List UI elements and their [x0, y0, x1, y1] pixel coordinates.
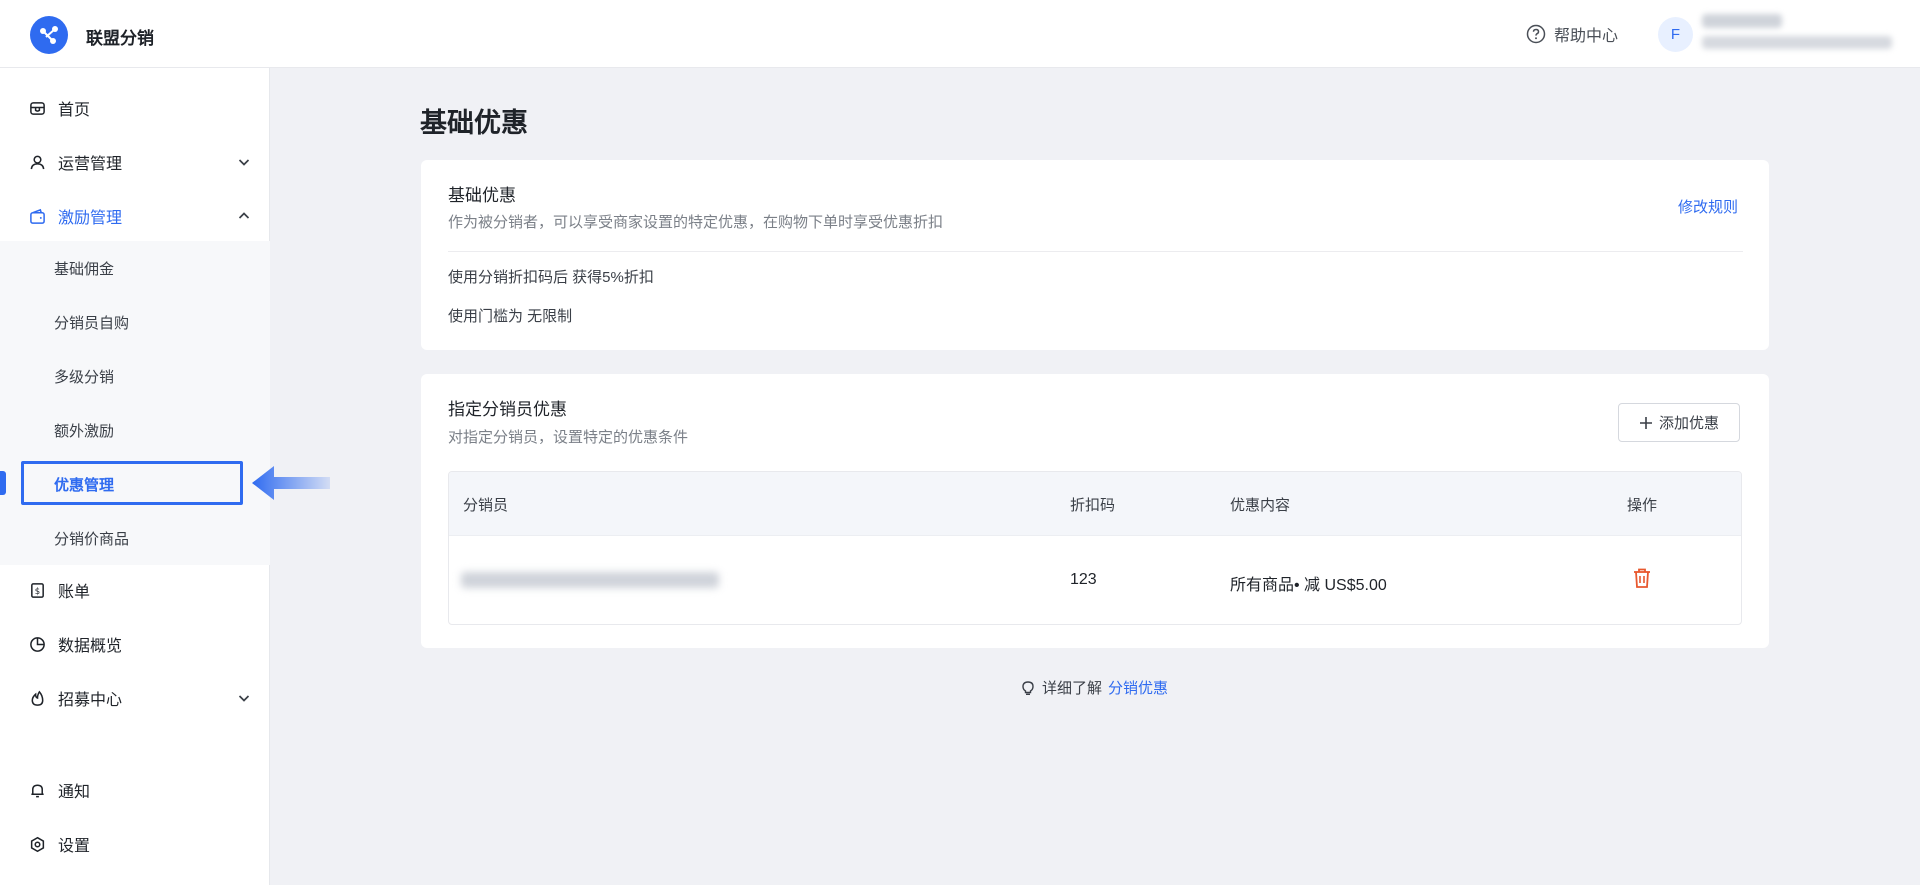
fire-icon [28, 689, 46, 707]
store-icon [28, 99, 46, 117]
add-discount-button[interactable]: 添加优惠 [1618, 403, 1740, 442]
sidebar: 首页 运营管理 激励管理 基础佣金 分销员自购 多级分销 额外激励 优惠管理 分… [0, 68, 270, 885]
sidebar-subitem-extra-incentive[interactable]: 额外激励 [0, 403, 270, 457]
card-description: 作为被分销者，可以享受商家设置的特定优惠，在购物下单时享受优惠折扣 [448, 214, 944, 231]
column-header-actions: 操作 [1627, 497, 1658, 514]
chevron-down-icon [238, 159, 250, 166]
sidebar-subitem-multi-level[interactable]: 多级分销 [0, 349, 270, 403]
chevron-up-icon [238, 212, 250, 219]
svg-text:$: $ [34, 586, 39, 596]
column-header-code: 折扣码 [1070, 497, 1116, 514]
user-avatar[interactable]: F [1658, 17, 1693, 52]
page-title: 基础优惠 [420, 108, 528, 138]
discount-rule-text: 使用分销折扣码后 获得5%折扣 [448, 269, 654, 286]
sidebar-item-notifications[interactable]: 通知 [0, 765, 270, 815]
sidebar-item-label: 账单 [58, 584, 91, 601]
top-header: 联盟分销 帮助中心 F [0, 0, 1920, 68]
user-info-redacted[interactable] [1702, 14, 1892, 49]
sidebar-item-operations[interactable]: 运营管理 [0, 137, 270, 187]
sidebar-item-incentives[interactable]: 激励管理 [0, 191, 270, 241]
edit-rules-link[interactable]: 修改规则 [1678, 196, 1738, 217]
settings-icon [28, 835, 46, 853]
sidebar-item-billing[interactable]: $ 账单 [0, 565, 270, 615]
basic-discount-card: 基础优惠 作为被分销者，可以享受商家设置的特定优惠，在购物下单时享受优惠折扣 修… [421, 160, 1769, 350]
table-header: 分销员 折扣码 优惠内容 操作 [449, 472, 1741, 535]
card-title: 基础优惠 [448, 186, 516, 205]
sidebar-subitem-distribution-price-products[interactable]: 分销价商品 [0, 511, 270, 565]
user-icon [28, 153, 46, 171]
active-indicator-bar [0, 471, 6, 495]
plus-icon [1639, 416, 1652, 429]
help-center-link[interactable]: 帮助中心 [1526, 22, 1618, 46]
bell-icon [28, 781, 46, 799]
sidebar-item-label: 激励管理 [58, 210, 123, 227]
column-header-distributor: 分销员 [463, 497, 509, 514]
discount-table: 分销员 折扣码 优惠内容 操作 123 所有商品• 减 US$5.00 [448, 471, 1742, 625]
sidebar-subitem-discount-management[interactable]: 优惠管理 [0, 457, 270, 511]
discount-content-cell: 所有商品• 减 US$5.00 [1230, 577, 1387, 594]
incentives-submenu: 基础佣金 分销员自购 多级分销 额外激励 优惠管理 分销价商品 [0, 241, 270, 565]
column-header-content: 优惠内容 [1230, 497, 1291, 514]
learn-more-text: 详细了解 [1042, 680, 1103, 697]
sidebar-subitem-self-purchase[interactable]: 分销员自购 [0, 295, 270, 349]
sidebar-item-label: 通知 [58, 784, 91, 801]
threshold-rule-text: 使用门槛为 无限制 [448, 308, 573, 325]
card-title: 指定分销员优惠 [448, 400, 567, 419]
sidebar-item-home[interactable]: 首页 [0, 83, 270, 133]
add-discount-label: 添加优惠 [1658, 415, 1719, 432]
trash-icon[interactable] [1630, 566, 1654, 590]
brand-logo-icon[interactable] [30, 16, 68, 54]
bill-icon: $ [28, 581, 46, 599]
discount-code-cell: 123 [1070, 571, 1097, 588]
sidebar-item-data-overview[interactable]: 数据概览 [0, 619, 270, 669]
sidebar-item-label: 设置 [58, 838, 91, 855]
pie-chart-icon [28, 635, 46, 653]
arrow-left-icon [252, 466, 330, 500]
help-center-label: 帮助中心 [1554, 28, 1619, 45]
sidebar-item-settings[interactable]: 设置 [0, 819, 270, 869]
sidebar-item-label: 运营管理 [58, 156, 123, 173]
sidebar-item-label: 招募中心 [58, 692, 123, 709]
lightbulb-icon [1022, 680, 1034, 695]
wallet-icon [28, 207, 46, 225]
assigned-discount-card: 指定分销员优惠 对指定分销员，设置特定的优惠条件 添加优惠 分销员 折扣码 优惠… [421, 374, 1769, 648]
chevron-down-icon [238, 695, 250, 702]
sidebar-item-label: 首页 [58, 102, 91, 119]
brand-name: 联盟分销 [86, 29, 154, 48]
sidebar-item-label: 数据概览 [58, 638, 123, 655]
divider [448, 251, 1743, 252]
distributor-email-redacted [461, 572, 719, 588]
help-circle-icon [1526, 24, 1546, 44]
table-row: 123 所有商品• 减 US$5.00 [449, 535, 1741, 624]
sidebar-item-recruitment[interactable]: 招募中心 [0, 673, 270, 723]
distribution-discount-link[interactable]: 分销优惠 [1108, 677, 1168, 698]
card-description: 对指定分销员，设置特定的优惠条件 [448, 429, 689, 446]
sidebar-subitem-basic-commission[interactable]: 基础佣金 [0, 241, 270, 295]
learn-more-tip: 详细了解 分销优惠 [1020, 677, 1168, 698]
